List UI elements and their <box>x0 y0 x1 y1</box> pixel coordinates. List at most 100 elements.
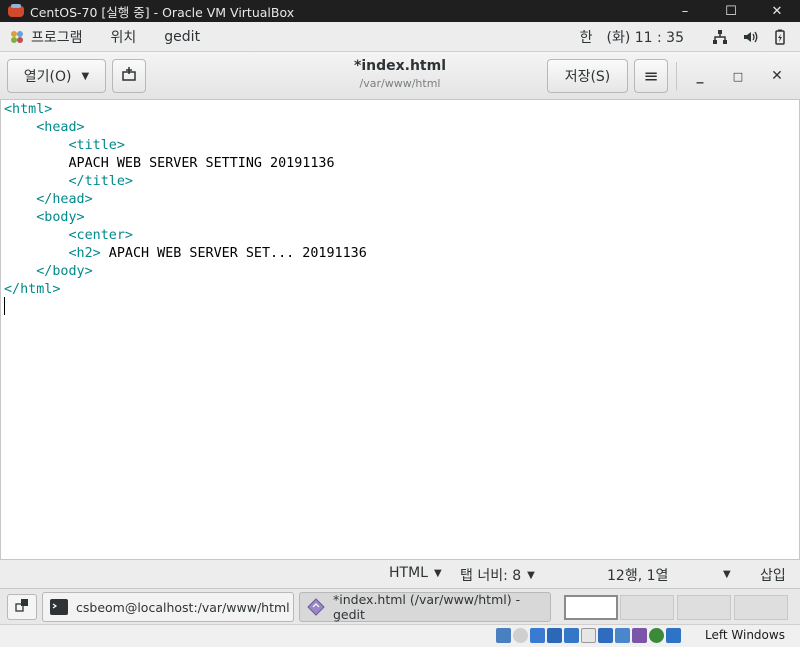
html-tag-token: <h2> <box>68 246 101 261</box>
new-document-button[interactable] <box>112 59 146 93</box>
maximize-button[interactable]: □ <box>726 64 750 88</box>
gedit-icon <box>306 598 326 616</box>
taskbar-item-terminal[interactable]: csbeom@localhost:/var/www/html <box>42 592 294 622</box>
html-tag-token: <body> <box>36 210 85 225</box>
text-cursor <box>4 297 5 315</box>
html-tag-token: </html> <box>4 282 61 297</box>
show-desktop-button[interactable] <box>7 594 37 620</box>
shared-folders-icon[interactable] <box>581 628 596 643</box>
vbox-device-icons <box>496 628 681 643</box>
code-line[interactable] <box>4 299 367 317</box>
minimize-button[interactable]: _ <box>688 64 712 88</box>
vbox-maximize-button[interactable]: ☐ <box>708 0 754 22</box>
taskbar-item-label: *index.html (/var/www/html) - gedit <box>333 592 521 622</box>
html-tag-token: <head> <box>36 120 85 135</box>
document-name: *index.html <box>354 58 446 74</box>
document-path: /var/www/html <box>359 77 441 90</box>
gedit-header-bar: 열기(O) ▼ *index.html /var/www/html 저장(S) … <box>0 52 800 100</box>
applications-menu[interactable]: 프로그램 <box>31 27 83 47</box>
volume-icon[interactable] <box>742 29 758 45</box>
code-line[interactable]: <html> <box>4 101 367 119</box>
html-tag-token: </body> <box>36 264 93 279</box>
network-adapter-icon[interactable] <box>547 628 562 643</box>
hard-disk-icon[interactable] <box>496 628 511 643</box>
hamburger-menu-button[interactable]: ≡ <box>634 59 668 93</box>
html-tag-token: <center> <box>68 228 134 243</box>
network-icon[interactable] <box>712 29 728 45</box>
code-line[interactable]: <center> <box>4 227 367 245</box>
taskbar-item-label: csbeom@localhost:/var/www/html <box>76 599 290 615</box>
text-token: APACH WEB SERVER SETTING 20191136 <box>68 156 335 171</box>
new-document-icon <box>121 66 137 86</box>
vbox-close-button[interactable]: ✕ <box>754 0 800 22</box>
code-line[interactable]: </head> <box>4 191 367 209</box>
terminal-icon <box>49 598 69 616</box>
workspace-2[interactable] <box>620 595 674 620</box>
guest-additions-icon[interactable] <box>632 628 647 643</box>
applications-menu-icon[interactable] <box>9 29 25 45</box>
chevron-down-icon: ▼ <box>527 569 535 581</box>
code-line[interactable]: <h2> APACH WEB SERVER SET... 20191136 <box>4 245 367 263</box>
workspace-1[interactable] <box>564 595 618 620</box>
save-button[interactable]: 저장(S) <box>547 59 628 93</box>
vbox-titlebar: CentOS-70 [실행 중] - Oracle VM VirtualBox … <box>0 0 800 22</box>
code-line[interactable]: </html> <box>4 281 367 299</box>
virtualbox-app-icon <box>8 4 24 18</box>
app-menu-gedit[interactable]: gedit <box>164 29 200 45</box>
taskbar-item-gedit[interactable]: *index.html (/var/www/html) - gedit <box>299 592 551 622</box>
show-desktop-icon <box>15 598 29 616</box>
optical-drive-icon[interactable] <box>513 628 528 643</box>
code-line[interactable]: <head> <box>4 119 367 137</box>
video-capture-icon[interactable] <box>615 628 630 643</box>
battery-icon[interactable] <box>772 29 788 45</box>
host-key-label: Left Windows <box>705 628 785 642</box>
vbox-status-bar: Left Windows <box>0 624 800 647</box>
chevron-down-icon: ▼ <box>433 567 442 579</box>
open-button[interactable]: 열기(O) ▼ <box>7 59 106 93</box>
close-button[interactable]: ✕ <box>765 64 789 88</box>
document-title: *index.html /var/www/html <box>300 58 500 90</box>
display-icon[interactable] <box>598 628 613 643</box>
html-tag-token: </title> <box>68 174 134 189</box>
insert-mode[interactable]: 삽입 <box>760 565 786 585</box>
text-editor-area[interactable]: <html> <head> <title> APACH WEB SERVER S… <box>0 100 800 559</box>
code-line[interactable]: <body> <box>4 209 367 227</box>
keyboard-capture-icon[interactable] <box>666 628 681 643</box>
gnome-top-bar: 프로그램 위치 gedit 한 (화) 11 : 35 <box>0 22 800 52</box>
code-line[interactable]: APACH WEB SERVER SETTING 20191136 <box>4 155 367 173</box>
text-token: APACH WEB SERVER SET... 20191136 <box>100 246 367 261</box>
workspace-4[interactable] <box>734 595 788 620</box>
header-separator <box>676 62 677 90</box>
clock[interactable]: (화) 11 : 35 <box>606 27 684 47</box>
html-tag-token: <html> <box>4 102 53 117</box>
input-method-indicator[interactable]: 한 <box>580 27 593 47</box>
language-label: HTML <box>389 565 428 581</box>
mouse-integration-icon[interactable] <box>649 628 664 643</box>
code-view[interactable]: <html> <head> <title> APACH WEB SERVER S… <box>4 101 367 317</box>
chevron-down-icon: ▼ <box>81 70 90 82</box>
vbox-minimize-button[interactable]: – <box>662 0 708 22</box>
position-dropdown-icon[interactable]: ▼ <box>723 569 731 580</box>
language-selector[interactable]: HTML ▼ <box>389 565 442 581</box>
vbox-window-title: CentOS-70 [실행 중] - Oracle VM VirtualBox <box>30 4 295 20</box>
audio-icon[interactable] <box>530 628 545 643</box>
usb-icon[interactable] <box>564 628 579 643</box>
places-menu[interactable]: 위치 <box>111 27 137 47</box>
window-list-panel: csbeom@localhost:/var/www/html *index.ht… <box>0 588 800 624</box>
gedit-status-bar: HTML ▼ 탭 너비: 8 ▼ 12행, 1열 ▼ 삽입 <box>0 559 800 588</box>
cursor-position[interactable]: 12행, 1열 <box>607 565 668 585</box>
code-line[interactable]: </body> <box>4 263 367 281</box>
workspace-3[interactable] <box>677 595 731 620</box>
tab-width-label: 탭 너비: 8 <box>460 568 522 584</box>
code-line[interactable]: <title> <box>4 137 367 155</box>
tab-width-selector[interactable]: 탭 너비: 8 ▼ <box>460 565 535 585</box>
code-line[interactable]: </title> <box>4 173 367 191</box>
